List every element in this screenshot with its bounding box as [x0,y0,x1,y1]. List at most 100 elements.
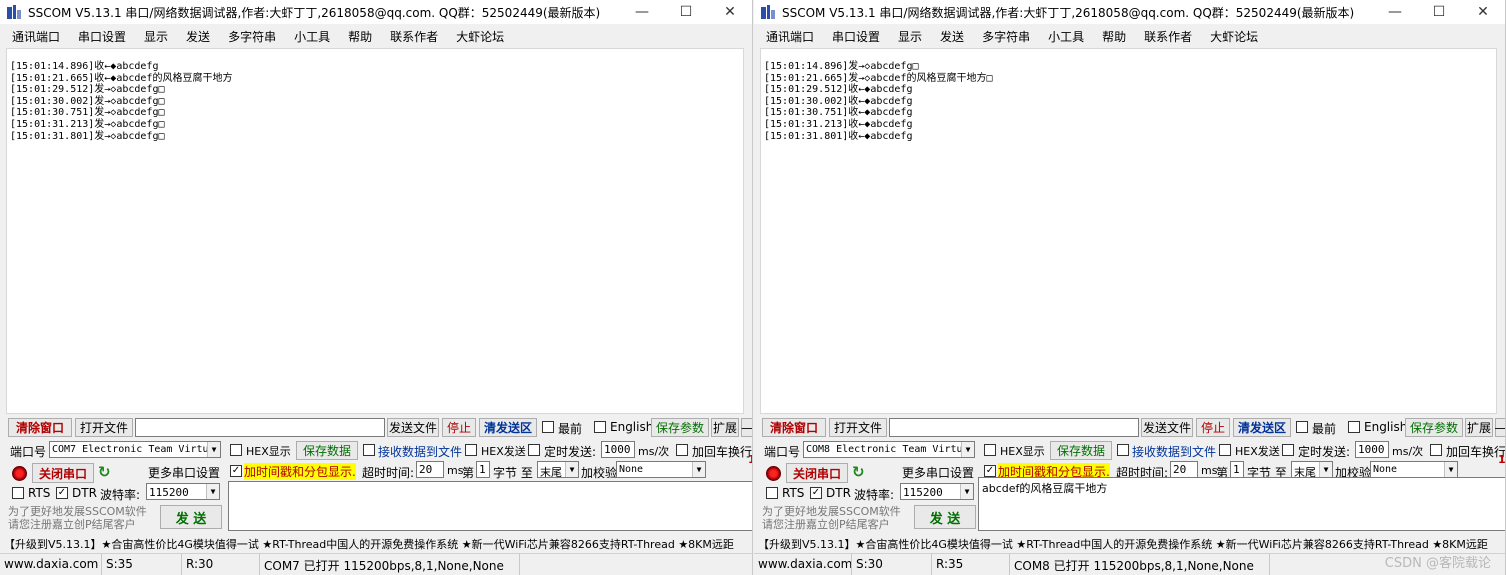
menu-tools[interactable]: 小工具 [282,25,336,47]
promo-ticker[interactable]: 【升级到V5.13.1】★合宙高性价比4G模块值得一试 ★RT-Thread中国… [4,534,752,552]
menu-display[interactable]: 显示 [132,25,174,47]
timed-send-checkbox[interactable] [528,444,540,456]
save-data-button[interactable]: 保存数据 [1050,441,1112,460]
port-select[interactable]: COM8 Electronic Team Virtu ▼ [803,441,975,458]
timeout-input[interactable]: 20 [1170,461,1198,478]
menu-send[interactable]: 发送 [174,25,216,47]
send-input[interactable] [228,481,752,531]
hex-display-checkbox[interactable] [230,444,242,456]
menu-serial-settings[interactable]: 串口设置 [66,25,132,47]
send-button[interactable]: 发 送 [160,505,222,529]
refresh-icon[interactable]: ↻ [852,464,868,480]
hex-display-checkbox[interactable] [984,444,996,456]
chevron-down-icon: ▼ [1444,462,1457,477]
menu-multi-string[interactable]: 多字符串 [216,25,282,47]
hex-send-checkbox[interactable] [465,444,477,456]
topmost-checkbox[interactable] [1296,421,1308,433]
minimize-icon[interactable]: — [1373,0,1417,24]
port-select-value: COM7 Electronic Team Virtu [52,444,209,455]
menu-comm-port[interactable]: 通讯端口 [0,25,66,47]
send-button[interactable]: 发 送 [914,505,976,529]
recv-to-file-checkbox[interactable] [363,444,375,456]
collapse-button[interactable]: — [741,418,752,437]
menu-help[interactable]: 帮助 [1090,25,1132,47]
timeout-input[interactable]: 20 [416,461,444,478]
close-icon[interactable]: ✕ [708,0,752,24]
expand-button[interactable]: 扩展 [1465,418,1493,437]
byte-index-input[interactable]: 1 [476,461,490,478]
save-data-button[interactable]: 保存数据 [296,441,358,460]
send-file-button[interactable]: 发送文件 [1141,418,1193,437]
close-port-button[interactable]: 关闭串口 [786,463,848,483]
menu-forum[interactable]: 大虾论坛 [444,25,510,47]
menu-comm-port[interactable]: 通讯端口 [754,25,820,47]
tail-select[interactable]: 末尾 ▼ [1291,461,1333,478]
dtr-checkbox[interactable]: ✓ [56,487,68,499]
recv-to-file-checkbox[interactable] [1117,444,1129,456]
clear-send-button[interactable]: 清发送区 [1233,418,1291,437]
english-checkbox[interactable] [594,421,606,433]
promo-ticker[interactable]: 【升级到V5.13.1】★合宙高性价比4G模块值得一试 ★RT-Thread中国… [758,534,1505,552]
open-file-button[interactable]: 打开文件 [829,418,887,437]
send-input[interactable]: abcdef的风格豆腐干地方 [978,477,1505,531]
baud-select[interactable]: 115200 ▼ [900,483,974,500]
interval-input[interactable]: 1000 [1355,441,1389,458]
rts-checkbox[interactable] [12,487,24,499]
title-bar[interactable]: SSCOM V5.13.1 串口/网络数据调试器,作者:大虾丁丁,2618058… [754,0,1505,24]
expand-button[interactable]: 扩展 [711,418,739,437]
menu-send[interactable]: 发送 [928,25,970,47]
menu-display[interactable]: 显示 [886,25,928,47]
receive-line: [15:01:31.213]收←◆abcdefg [764,118,913,130]
menu-forum[interactable]: 大虾论坛 [1198,25,1264,47]
collapse-button[interactable]: — [1495,418,1505,437]
interval-input[interactable]: 1000 [601,441,635,458]
add-crlf-checkbox[interactable] [676,444,688,456]
baud-select[interactable]: 115200 ▼ [146,483,220,500]
timestamp-checkbox[interactable]: ✓ [984,465,996,477]
receive-area[interactable]: [15:01:14.896]收←◆abcdefg [15:01:21.665]收… [6,48,744,414]
menu-help[interactable]: 帮助 [336,25,378,47]
menu-contact-author[interactable]: 联系作者 [1132,25,1198,47]
rts-checkbox[interactable] [766,487,778,499]
send-file-button[interactable]: 发送文件 [387,418,439,437]
byte-index-input[interactable]: 1 [1230,461,1244,478]
more-settings-button[interactable]: 更多串口设置 [146,463,222,482]
more-settings-button[interactable]: 更多串口设置 [900,463,976,482]
refresh-icon[interactable]: ↻ [98,464,114,480]
receive-area[interactable]: [15:01:14.896]发→◇abcdefg□ [15:01:21.665]… [760,48,1497,414]
menu-serial-settings[interactable]: 串口设置 [820,25,886,47]
menu-contact-author[interactable]: 联系作者 [378,25,444,47]
port-status-lamp-icon [766,466,781,481]
save-params-button[interactable]: 保存参数 [1405,418,1463,437]
close-port-button[interactable]: 关闭串口 [32,463,94,483]
checksum-select[interactable]: None ▼ [1370,461,1458,478]
clear-send-button[interactable]: 清发送区 [479,418,537,437]
open-file-button[interactable]: 打开文件 [75,418,133,437]
file-path-input[interactable] [889,418,1139,437]
english-checkbox[interactable] [1348,421,1360,433]
dtr-checkbox[interactable]: ✓ [810,487,822,499]
clear-window-button[interactable]: 清除窗口 [8,418,72,437]
minimize-icon[interactable]: — [620,0,664,24]
maximize-icon[interactable]: ☐ [1417,0,1461,24]
checksum-select[interactable]: None ▼ [616,461,706,478]
file-path-input[interactable] [135,418,385,437]
menu-multi-string[interactable]: 多字符串 [970,25,1036,47]
port-select[interactable]: COM7 Electronic Team Virtu ▼ [49,441,221,458]
status-website[interactable]: www.daxia.com [0,554,102,575]
stop-button[interactable]: 停止 [1196,418,1230,437]
save-params-button[interactable]: 保存参数 [651,418,709,437]
menu-tools[interactable]: 小工具 [1036,25,1090,47]
status-website[interactable]: www.daxia.com [754,554,852,575]
timestamp-checkbox[interactable]: ✓ [230,465,242,477]
add-crlf-checkbox[interactable] [1430,444,1442,456]
hex-send-checkbox[interactable] [1219,444,1231,456]
maximize-icon[interactable]: ☐ [664,0,708,24]
timed-send-checkbox[interactable] [1282,444,1294,456]
tail-select[interactable]: 末尾 ▼ [537,461,579,478]
stop-button[interactable]: 停止 [442,418,476,437]
title-bar[interactable]: SSCOM V5.13.1 串口/网络数据调试器,作者:大虾丁丁,2618058… [0,0,752,24]
clear-window-button[interactable]: 清除窗口 [762,418,826,437]
topmost-checkbox[interactable] [542,421,554,433]
close-icon[interactable]: ✕ [1461,0,1505,24]
